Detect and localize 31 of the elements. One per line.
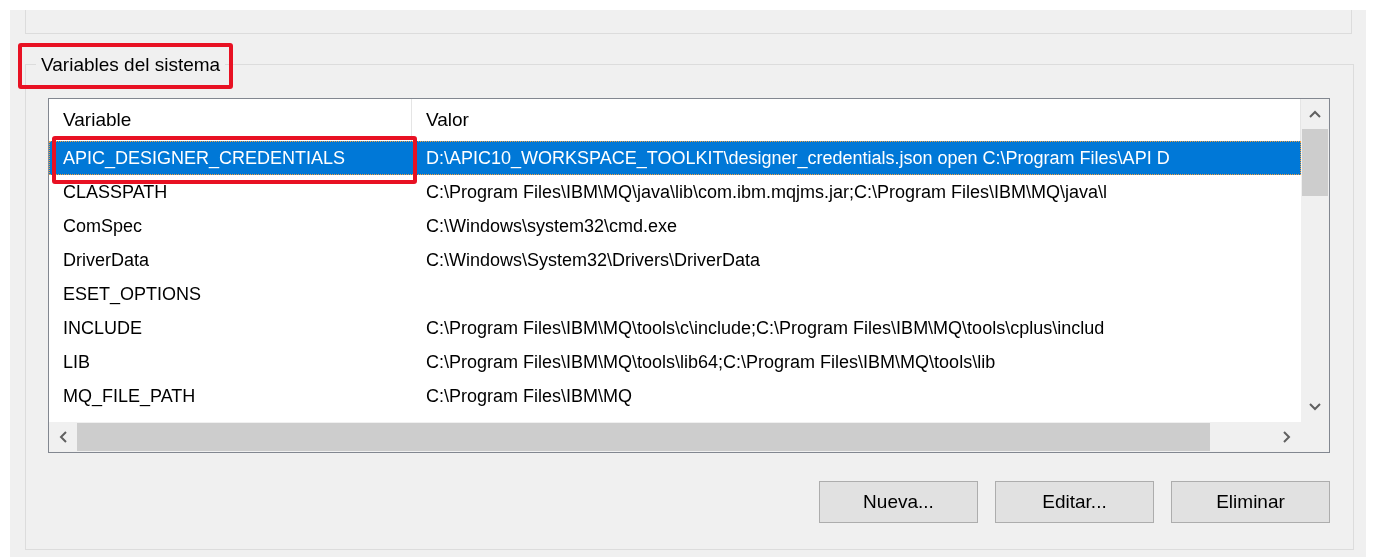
- variable-cell-text: MQ_FILE_PATH: [62, 384, 197, 409]
- dialog-button[interactable]: Eliminar: [1171, 481, 1330, 523]
- chevron-up-icon: [1308, 109, 1322, 119]
- variable-row[interactable]: DriverData C:\Windows\System32\Drivers\DriverData: [49, 243, 1301, 277]
- variable-cell-text: CLASSPATH: [62, 180, 169, 204]
- variable-row[interactable]: CLASSPATH C:\Program Files\IBM\MQ\java\lib\com.ibm.mqjms.jar;C:\Program Files\IBM\MQ\java\l: [49, 175, 1301, 209]
- scroll-thumb[interactable]: [77, 423, 1210, 451]
- scroll-thumb[interactable]: [1302, 129, 1328, 196]
- dialog-button[interactable]: Editar...: [995, 481, 1154, 523]
- value-cell-text: C:\Program Files\IBM\MQ\java\lib\com.ibm.mqjms.jar;C:\Program Files\IBM\MQ\java\l: [425, 180, 1109, 204]
- value-cell-text: C:\Program Files\IBM\MQ: [425, 384, 634, 408]
- variable-cell-text: DriverData: [62, 248, 151, 272]
- value-cell-text: C:\Program Files\IBM\MQ\tools\lib64;C:\Program Files\IBM\MQ\tools\lib: [425, 350, 997, 374]
- chevron-left-icon: [58, 430, 68, 444]
- variable-cell-text: ESET_OPTIONS: [62, 282, 203, 307]
- value-cell-text: C:\Windows\System32\Drivers\DriverData: [425, 248, 762, 272]
- variable-cell: APIC_DESIGNER_CREDENTIALS: [49, 141, 412, 175]
- value-cell-text: D:\APIC10_WORKSPACE_TOOLKIT\designer_credentials.json open C:\Program Files\API D: [425, 146, 1171, 171]
- variable-row[interactable]: MQ_FILE_PATH C:\Program Files\IBM\MQ: [49, 379, 1301, 413]
- variable-row[interactable]: INCLUDE C:\Program Files\IBM\MQ\tools\c\include;C:\Program Files\IBM\MQ\tools\cplus\includ: [49, 311, 1301, 345]
- chevron-right-icon: [1282, 430, 1292, 444]
- dialog-button[interactable]: Nueva...: [819, 481, 978, 523]
- variable-cell-text: ComSpec: [62, 214, 144, 238]
- variable-row[interactable]: ESET_OPTIONS: [49, 277, 1301, 311]
- value-cell-text: C:\Windows\system32\cmd.exe: [425, 214, 679, 238]
- variable-row[interactable]: LIB C:\Program Files\IBM\MQ\tools\lib64;C:\Program Files\IBM\MQ\tools\lib: [49, 345, 1301, 379]
- variable-row[interactable]: ComSpec C:\Windows\system32\cmd.exe: [49, 209, 1301, 243]
- variable-cell-text: LIB: [62, 350, 92, 374]
- variable-cell-text: INCLUDE: [62, 316, 143, 340]
- value-cell-text: C:\Program Files\IBM\MQ\tools\c\include;C:\Program Files\IBM\MQ\tools\cplus\includ: [425, 316, 1106, 340]
- chevron-down-icon: [1308, 402, 1322, 412]
